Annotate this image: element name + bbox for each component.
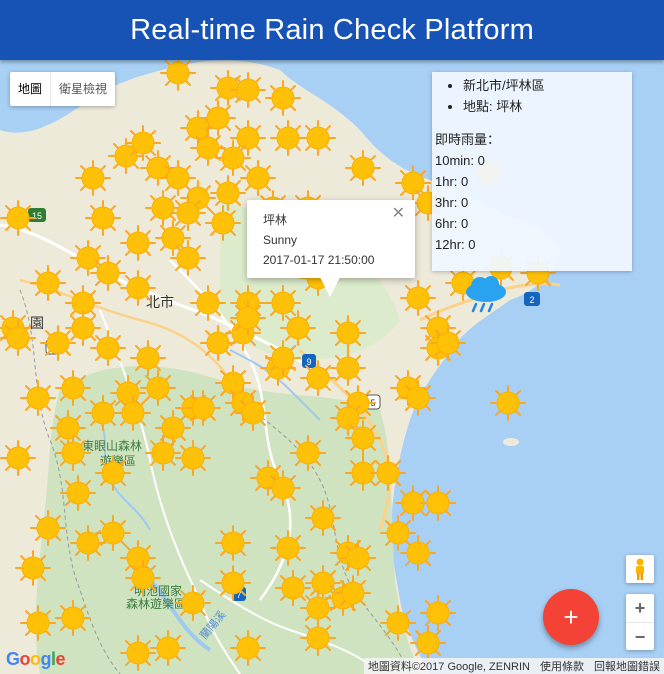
sun-icon[interactable]	[150, 630, 186, 666]
sun-icon[interactable]	[55, 435, 91, 471]
sun-icon[interactable]	[330, 315, 366, 351]
sun-icon[interactable]	[215, 565, 251, 601]
sun-icon[interactable]	[300, 620, 336, 656]
sun-icon[interactable]	[205, 205, 241, 241]
sun-icon[interactable]	[170, 240, 206, 276]
rainfall-10min: 10min: 0	[435, 153, 485, 168]
sun-icon[interactable]	[265, 470, 301, 506]
zoom-out-button[interactable]: −	[626, 622, 654, 651]
rainfall-6hr: 6hr: 0	[435, 216, 469, 231]
sun-icon[interactable]	[215, 525, 251, 561]
sun-icon[interactable]	[345, 150, 381, 186]
sun-icon[interactable]	[160, 60, 196, 91]
add-button[interactable]: +	[543, 589, 599, 645]
sun-icon[interactable]	[175, 585, 211, 621]
rainfall-label: 即時雨量：	[435, 132, 501, 147]
sun-icon[interactable]	[265, 80, 301, 116]
rainfall-info-panel: 新北市/坪林區 地點: 坪林 即時雨量： 10min: 0 1hr: 0 3hr…	[432, 72, 632, 271]
sun-icon[interactable]	[345, 420, 381, 456]
app-header: Real-time Rain Check Platform	[0, 0, 664, 60]
sun-icon[interactable]	[410, 625, 446, 661]
sun-icon[interactable]	[0, 200, 36, 236]
popup-weather: Sunny	[263, 233, 298, 247]
rainfall-3hr: 3hr: 0	[435, 195, 469, 210]
sun-icon[interactable]	[340, 540, 376, 576]
sun-icon[interactable]	[15, 550, 51, 586]
sun-icon[interactable]	[85, 200, 121, 236]
sun-icon[interactable]	[300, 120, 336, 156]
sun-icon[interactable]	[270, 530, 306, 566]
rain-cloud-icon[interactable]	[462, 274, 510, 321]
sun-icon[interactable]	[70, 525, 106, 561]
sun-icon[interactable]	[95, 455, 131, 491]
google-logo[interactable]: Google	[6, 649, 66, 670]
sun-icon[interactable]	[20, 605, 56, 641]
city-district-text: 新北市/坪林區	[463, 75, 632, 96]
sun-icon[interactable]	[125, 560, 161, 596]
sun-icon[interactable]	[230, 300, 266, 336]
app-title: Real-time Rain Check Platform	[130, 13, 534, 46]
sun-icon[interactable]	[265, 340, 301, 376]
pegman-icon[interactable]	[626, 555, 654, 583]
sun-icon[interactable]	[400, 380, 436, 416]
sun-icon[interactable]	[175, 440, 211, 476]
rainfall-12hr: 12hr: 0	[435, 237, 476, 252]
sun-icon[interactable]	[235, 395, 271, 431]
map-button[interactable]: 地圖	[10, 72, 50, 106]
sun-icon[interactable]	[230, 630, 266, 666]
sun-icon[interactable]	[400, 535, 436, 571]
sun-icon[interactable]	[55, 600, 91, 636]
info-popup: ✕ 坪林 Sunny 2017-01-17 21:50:00	[247, 200, 415, 278]
sun-icon[interactable]	[60, 475, 96, 511]
terms-link[interactable]: 使用條款	[540, 658, 584, 674]
zoom-control: + −	[626, 594, 654, 650]
sun-icon[interactable]	[420, 485, 456, 521]
sun-icon[interactable]	[305, 500, 341, 536]
sun-icon[interactable]	[430, 325, 466, 361]
sun-icon[interactable]	[30, 510, 66, 546]
report-link[interactable]: 回報地圖錯誤	[594, 658, 660, 674]
sun-icon[interactable]	[120, 270, 156, 306]
sun-icon[interactable]	[490, 385, 526, 421]
sun-icon[interactable]	[90, 330, 126, 366]
popup-time: 2017-01-17 21:50:00	[263, 253, 375, 267]
zoom-in-button[interactable]: +	[626, 594, 654, 622]
close-icon[interactable]: ✕	[392, 206, 405, 222]
map-attribution: 地圖資料©2017 Google, ZENRIN 使用條款 回報地圖錯誤	[363, 658, 664, 674]
rainfall-1hr: 1hr: 0	[435, 174, 469, 189]
popup-tail	[320, 277, 340, 297]
sun-icon[interactable]	[115, 395, 151, 431]
map-canvas[interactable]: 15 2 9 5 7 3 北市 園 東眼山森林 遊樂區 明池國家 森林遊樂區 蘭…	[0, 60, 664, 674]
attribution-data: 地圖資料©2017 Google, ZENRIN	[367, 661, 530, 673]
sun-icon[interactable]	[75, 160, 111, 196]
sun-icon[interactable]	[0, 320, 36, 356]
sun-icon[interactable]	[335, 575, 371, 611]
map-type-control: 地圖 衛星檢視	[10, 72, 116, 106]
sun-icon[interactable]	[290, 435, 326, 471]
sun-icon[interactable]	[0, 440, 36, 476]
sun-icon[interactable]	[185, 390, 221, 426]
sun-icon[interactable]	[330, 350, 366, 386]
location-text: 地點: 坪林	[463, 96, 632, 117]
sun-icon[interactable]	[30, 265, 66, 301]
satellite-button[interactable]: 衛星檢視	[50, 72, 115, 106]
sun-icon[interactable]	[190, 285, 226, 321]
